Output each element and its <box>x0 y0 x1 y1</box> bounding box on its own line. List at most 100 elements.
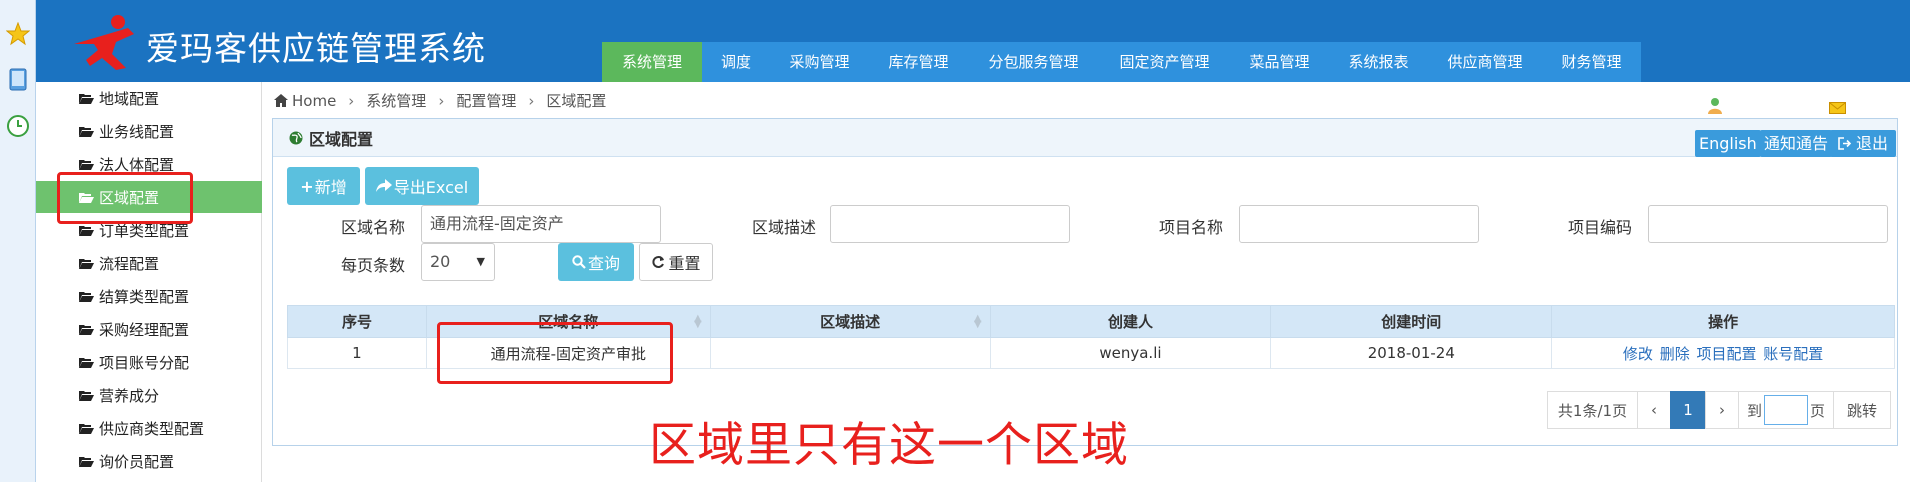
sidebar-item-business-line[interactable]: 业务线配置 <box>36 115 262 147</box>
nav-system[interactable]: 系统管理 <box>602 42 702 82</box>
folder-open-icon <box>79 423 94 434</box>
breadcrumb-separator: › <box>348 91 355 110</box>
app-header: 爱玛客供应链管理系统 系统管理 调度 采购管理 库存管理 分包服务管理 固定资产… <box>36 0 1910 82</box>
cell-index: 1 <box>287 337 427 369</box>
project-code-input[interactable] <box>1648 205 1888 243</box>
goto-prefix: 到 <box>1746 401 1762 420</box>
pagination: 共1条/1页 ‹ 1 › 到 页 跳转 <box>1547 391 1891 429</box>
export-button-label: 导出Excel <box>393 178 469 197</box>
breadcrumb-config[interactable]: 配置管理 <box>456 90 516 111</box>
nav-inventory[interactable]: 库存管理 <box>869 42 968 82</box>
logo-icon <box>68 14 142 76</box>
folder-open-icon <box>79 225 94 236</box>
tablet-icon[interactable] <box>4 66 31 93</box>
folder-open-icon <box>79 159 94 170</box>
sidebar-item-label: 营养成分 <box>99 386 160 405</box>
cell-created-time: 2018-01-24 <box>1270 337 1553 369</box>
delete-link[interactable]: 删除 <box>1660 345 1690 363</box>
nav-dishes[interactable]: 菜品管理 <box>1230 42 1329 82</box>
folder-open-icon <box>79 93 94 104</box>
sidebar-item-nutrition[interactable]: 营养成分 <box>36 379 262 411</box>
nav-reports[interactable]: 系统报表 <box>1329 42 1428 82</box>
sidebar-item-purchase-manager[interactable]: 采购经理配置 <box>36 313 262 345</box>
nav-finance[interactable]: 财务管理 <box>1542 42 1641 82</box>
pagination-summary: 共1条/1页 <box>1547 391 1638 429</box>
globe-icon <box>289 131 303 144</box>
current-page[interactable]: 1 <box>1670 391 1706 429</box>
search-icon <box>572 255 586 269</box>
add-button[interactable]: + 新增 <box>287 167 360 205</box>
star-icon[interactable] <box>4 20 31 47</box>
account-config-link[interactable]: 账号配置 <box>1763 345 1823 363</box>
caret-down-icon: ▼ <box>476 255 485 268</box>
nav-dispatch[interactable]: 调度 <box>702 42 770 82</box>
prev-page-button[interactable]: ‹ <box>1637 391 1671 429</box>
nav-supplier[interactable]: 供应商管理 <box>1428 42 1542 82</box>
refresh-icon <box>652 256 665 268</box>
folder-open-icon <box>79 258 94 269</box>
reset-button[interactable]: 重置 <box>639 243 713 281</box>
cell-actions: 修改 删除 项目配置 账号配置 <box>1551 337 1895 369</box>
region-desc-label: 区域描述 <box>752 218 817 237</box>
sidebar-item-label: 询价员配置 <box>99 452 175 471</box>
sidebar-item-settlement-type[interactable]: 结算类型配置 <box>36 280 262 312</box>
nav-subcontract[interactable]: 分包服务管理 <box>968 42 1099 82</box>
sidebar-item-supplier-type[interactable]: 供应商类型配置 <box>36 412 262 444</box>
main-content: Home › 系统管理 › 配置管理 › 区域配置 区域配置 + 新增 导出Exc… <box>262 82 1910 482</box>
export-excel-button[interactable]: 导出Excel <box>365 167 479 205</box>
breadcrumb-separator: › <box>438 91 445 110</box>
top-nav: 系统管理 调度 采购管理 库存管理 分包服务管理 固定资产管理 菜品管理 系统报… <box>602 42 1641 82</box>
col-index[interactable]: 序号 <box>287 305 427 338</box>
breadcrumb-system[interactable]: 系统管理 <box>366 90 426 111</box>
annotation-highlight-row <box>437 322 673 384</box>
sidebar: 地域配置 业务线配置 法人体配置 区域配置 订单类型配置 流程配置 结算类型配置… <box>36 82 262 482</box>
sidebar-item-inquirer[interactable]: 询价员配置 <box>36 445 262 477</box>
next-page-button[interactable]: › <box>1705 391 1739 429</box>
region-name-label: 区域名称 <box>341 218 406 237</box>
project-config-link[interactable]: 项目配置 <box>1696 345 1756 363</box>
sidebar-item-workflow[interactable]: 流程配置 <box>36 247 262 279</box>
notice-button[interactable]: 通知通告 <box>1760 130 1833 157</box>
sidebar-item-region-geo[interactable]: 地域配置 <box>36 82 262 114</box>
nav-purchase[interactable]: 采购管理 <box>770 42 869 82</box>
logout-icon <box>1838 137 1852 150</box>
folder-open-icon <box>79 456 94 467</box>
clock-icon[interactable] <box>4 112 31 139</box>
sidebar-item-label: 供应商类型配置 <box>99 419 205 438</box>
edit-link[interactable]: 修改 <box>1623 345 1653 363</box>
sidebar-item-label: 流程配置 <box>99 254 160 273</box>
query-button[interactable]: 查询 <box>558 243 634 281</box>
col-area-desc[interactable]: 区域描述 ▲ ▼ <box>709 305 991 338</box>
col-creator[interactable]: 创建人 <box>989 305 1272 338</box>
annotation-highlight-sidebar <box>57 172 193 224</box>
breadcrumb-separator: › <box>528 91 535 110</box>
jump-button[interactable]: 跳转 <box>1833 391 1891 429</box>
share-icon <box>375 179 392 192</box>
add-button-label: 新增 <box>314 178 347 197</box>
query-button-label: 查询 <box>587 254 620 273</box>
sidebar-item-label: 业务线配置 <box>99 122 175 141</box>
home-icon <box>274 94 288 107</box>
plus-icon: + <box>300 176 314 196</box>
goto-page-input[interactable] <box>1764 395 1808 425</box>
region-name-input[interactable]: 通用流程-固定资产 <box>421 205 661 243</box>
col-area-desc-label: 区域描述 <box>820 313 881 331</box>
mail-icon[interactable] <box>1829 100 1846 118</box>
nav-fixed-assets[interactable]: 固定资产管理 <box>1099 42 1230 82</box>
sidebar-item-project-account[interactable]: 项目账号分配 <box>36 346 262 378</box>
breadcrumb-home[interactable]: Home <box>292 92 336 110</box>
sidebar-item-label: 地域配置 <box>99 89 160 108</box>
left-rail <box>0 0 36 482</box>
region-desc-input[interactable] <box>830 205 1070 243</box>
cell-creator: wenya.li <box>989 337 1272 369</box>
page-size-select[interactable]: 20 ▼ <box>421 243 495 281</box>
project-name-input[interactable] <box>1239 205 1479 243</box>
user-icon[interactable] <box>1708 98 1722 118</box>
logout-button[interactable]: 退出 <box>1830 130 1897 157</box>
app-title: 爱玛客供应链管理系统 <box>146 29 486 68</box>
breadcrumb-current: 区域配置 <box>546 92 607 110</box>
english-button[interactable]: English <box>1695 130 1761 157</box>
col-created-time[interactable]: 创建时间 <box>1270 305 1553 338</box>
sidebar-item-label: 采购经理配置 <box>99 320 190 339</box>
project-code-label: 项目编码 <box>1568 218 1633 237</box>
